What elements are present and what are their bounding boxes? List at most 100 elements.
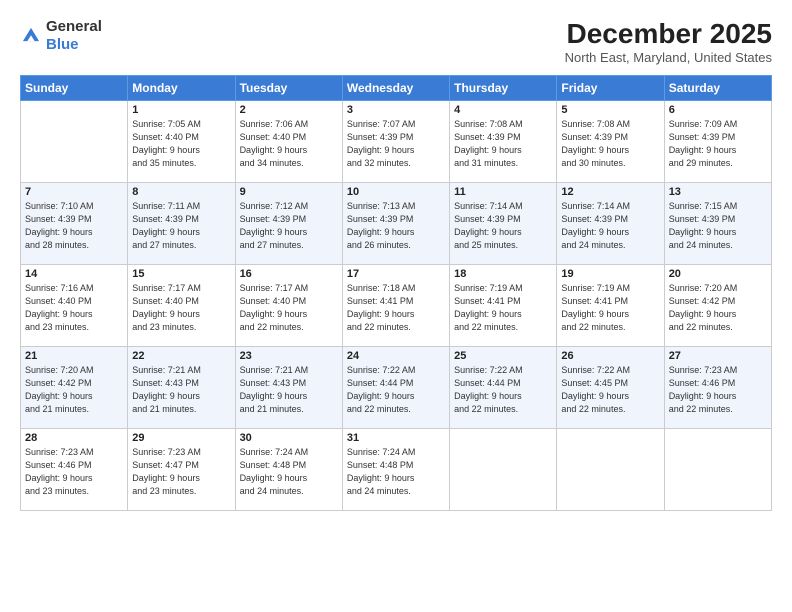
weekday-header-tuesday: Tuesday <box>235 76 342 101</box>
day-info: Sunrise: 7:24 AM Sunset: 4:48 PM Dayligh… <box>347 446 445 498</box>
calendar-cell: 12Sunrise: 7:14 AM Sunset: 4:39 PM Dayli… <box>557 183 664 265</box>
day-info: Sunrise: 7:20 AM Sunset: 4:42 PM Dayligh… <box>669 282 767 334</box>
calendar-cell <box>664 429 771 511</box>
calendar-cell <box>450 429 557 511</box>
calendar-cell: 25 Sunrise: 7:22 AM Sunset: 4:44 PM Dayli… <box>450 347 557 429</box>
day-info: Sunrise: 7:08 AM Sunset: 4:39 PM Dayligh… <box>454 118 552 170</box>
day-number: 2 <box>240 104 338 116</box>
weekday-header-friday: Friday <box>557 76 664 101</box>
day-number: 15 <box>132 268 230 280</box>
calendar-cell <box>21 101 128 183</box>
day-number: 20 <box>669 268 767 280</box>
day-info: Sunrise: 7:05 AM Sunset: 4:40 PM Dayligh… <box>132 118 230 170</box>
day-info: Sunrise: 7:06 AM Sunset: 4:40 PM Dayligh… <box>240 118 338 170</box>
calendar-cell: 28Sunrise: 7:23 AM Sunset: 4:46 PM Dayli… <box>21 429 128 511</box>
calendar-week-row: 14 Sunrise: 7:16 AM Sunset: 4:40 PM Dayli… <box>21 265 772 347</box>
day-number: 6 <box>669 104 767 116</box>
day-number: 7 <box>25 186 123 198</box>
calendar-cell: 11 Sunrise: 7:14 AM Sunset: 4:39 PM Dayli… <box>450 183 557 265</box>
calendar-cell: 9 Sunrise: 7:12 AM Sunset: 4:39 PM Daylig… <box>235 183 342 265</box>
day-number: 16 <box>240 268 338 280</box>
day-info: Sunrise: 7:22 AM Sunset: 4:44 PM Dayligh… <box>347 364 445 416</box>
page: General Blue December 2025 North East, M… <box>0 0 792 612</box>
day-number: 27 <box>669 350 767 362</box>
day-info: Sunrise: 7:12 AM Sunset: 4:39 PM Dayligh… <box>240 200 338 252</box>
calendar-cell: 4 Sunrise: 7:08 AM Sunset: 4:39 PM Daylig… <box>450 101 557 183</box>
day-info: Sunrise: 7:15 AM Sunset: 4:39 PM Dayligh… <box>669 200 767 252</box>
day-number: 18 <box>454 268 552 280</box>
day-number: 31 <box>347 432 445 444</box>
day-info: Sunrise: 7:07 AM Sunset: 4:39 PM Dayligh… <box>347 118 445 170</box>
day-number: 3 <box>347 104 445 116</box>
calendar-cell: 2 Sunrise: 7:06 AM Sunset: 4:40 PM Daylig… <box>235 101 342 183</box>
calendar-cell: 26 Sunrise: 7:22 AM Sunset: 4:45 PM Dayli… <box>557 347 664 429</box>
calendar-cell: 5 Sunrise: 7:08 AM Sunset: 4:39 PM Daylig… <box>557 101 664 183</box>
calendar-cell: 8 Sunrise: 7:11 AM Sunset: 4:39 PM Daylig… <box>128 183 235 265</box>
calendar-cell: 20 Sunrise: 7:20 AM Sunset: 4:42 PM Dayli… <box>664 265 771 347</box>
weekday-header-monday: Monday <box>128 76 235 101</box>
day-number: 21 <box>25 350 123 362</box>
day-info: Sunrise: 7:20 AM Sunset: 4:42 PM Dayligh… <box>25 364 123 416</box>
calendar-cell: 6 Sunrise: 7:09 AM Sunset: 4:39 PM Daylig… <box>664 101 771 183</box>
calendar-cell: 1 Sunrise: 7:05 AM Sunset: 4:40 PM Daylig… <box>128 101 235 183</box>
logo-blue-text: Blue <box>46 36 79 53</box>
calendar-cell: 29 Sunrise: 7:23 AM Sunset: 4:47 PM Dayli… <box>128 429 235 511</box>
day-number: 29 <box>132 432 230 444</box>
day-info: Sunrise: 7:11 AM Sunset: 4:39 PM Dayligh… <box>132 200 230 252</box>
calendar-cell: 24 Sunrise: 7:22 AM Sunset: 4:44 PM Dayli… <box>342 347 449 429</box>
calendar-cell: 27 Sunrise: 7:23 AM Sunset: 4:46 PM Dayli… <box>664 347 771 429</box>
day-info: Sunrise: 7:13 AM Sunset: 4:39 PM Dayligh… <box>347 200 445 252</box>
day-number: 25 <box>454 350 552 362</box>
day-number: 12 <box>561 186 659 198</box>
calendar-cell: 19Sunrise: 7:19 AM Sunset: 4:41 PM Dayli… <box>557 265 664 347</box>
day-info: Sunrise: 7:22 AM Sunset: 4:44 PM Dayligh… <box>454 364 552 416</box>
day-number: 4 <box>454 104 552 116</box>
day-number: 30 <box>240 432 338 444</box>
calendar-cell: 18Sunrise: 7:19 AM Sunset: 4:41 PM Dayli… <box>450 265 557 347</box>
day-number: 11 <box>454 186 552 198</box>
weekday-header-thursday: Thursday <box>450 76 557 101</box>
day-number: 24 <box>347 350 445 362</box>
day-info: Sunrise: 7:14 AM Sunset: 4:39 PM Dayligh… <box>454 200 552 252</box>
calendar-cell: 3 Sunrise: 7:07 AM Sunset: 4:39 PM Daylig… <box>342 101 449 183</box>
calendar-cell: 17 Sunrise: 7:18 AM Sunset: 4:41 PM Dayli… <box>342 265 449 347</box>
day-number: 10 <box>347 186 445 198</box>
weekday-header-saturday: Saturday <box>664 76 771 101</box>
day-number: 9 <box>240 186 338 198</box>
header: General Blue December 2025 North East, M… <box>20 18 772 65</box>
day-info: Sunrise: 7:18 AM Sunset: 4:41 PM Dayligh… <box>347 282 445 334</box>
day-number: 13 <box>669 186 767 198</box>
day-number: 5 <box>561 104 659 116</box>
title-block: December 2025 North East, Maryland, Unit… <box>565 18 772 65</box>
day-info: Sunrise: 7:08 AM Sunset: 4:39 PM Dayligh… <box>561 118 659 170</box>
day-number: 23 <box>240 350 338 362</box>
calendar-week-row: 28Sunrise: 7:23 AM Sunset: 4:46 PM Dayli… <box>21 429 772 511</box>
calendar-cell: 15Sunrise: 7:17 AM Sunset: 4:40 PM Dayli… <box>128 265 235 347</box>
logo: General Blue <box>20 18 102 54</box>
calendar-cell: 31 Sunrise: 7:24 AM Sunset: 4:48 PM Dayli… <box>342 429 449 511</box>
calendar-week-row: 7 Sunrise: 7:10 AM Sunset: 4:39 PM Daylig… <box>21 183 772 265</box>
day-number: 28 <box>25 432 123 444</box>
day-number: 14 <box>25 268 123 280</box>
day-info: Sunrise: 7:09 AM Sunset: 4:39 PM Dayligh… <box>669 118 767 170</box>
day-info: Sunrise: 7:16 AM Sunset: 4:40 PM Dayligh… <box>25 282 123 334</box>
calendar-cell: 30 Sunrise: 7:24 AM Sunset: 4:48 PM Dayli… <box>235 429 342 511</box>
calendar-cell <box>557 429 664 511</box>
logo-icon <box>20 25 42 47</box>
day-number: 1 <box>132 104 230 116</box>
day-info: Sunrise: 7:19 AM Sunset: 4:41 PM Dayligh… <box>561 282 659 334</box>
calendar-table: SundayMondayTuesdayWednesdayThursdayFrid… <box>20 75 772 511</box>
day-number: 8 <box>132 186 230 198</box>
calendar-week-row: 21 Sunrise: 7:20 AM Sunset: 4:42 PM Dayli… <box>21 347 772 429</box>
day-info: Sunrise: 7:23 AM Sunset: 4:46 PM Dayligh… <box>669 364 767 416</box>
day-info: Sunrise: 7:22 AM Sunset: 4:45 PM Dayligh… <box>561 364 659 416</box>
day-number: 17 <box>347 268 445 280</box>
day-info: Sunrise: 7:10 AM Sunset: 4:39 PM Dayligh… <box>25 200 123 252</box>
weekday-header-sunday: Sunday <box>21 76 128 101</box>
subtitle: North East, Maryland, United States <box>565 50 772 65</box>
day-info: Sunrise: 7:23 AM Sunset: 4:47 PM Dayligh… <box>132 446 230 498</box>
day-info: Sunrise: 7:24 AM Sunset: 4:48 PM Dayligh… <box>240 446 338 498</box>
weekday-header-row: SundayMondayTuesdayWednesdayThursdayFrid… <box>21 76 772 101</box>
day-info: Sunrise: 7:17 AM Sunset: 4:40 PM Dayligh… <box>240 282 338 334</box>
day-number: 26 <box>561 350 659 362</box>
